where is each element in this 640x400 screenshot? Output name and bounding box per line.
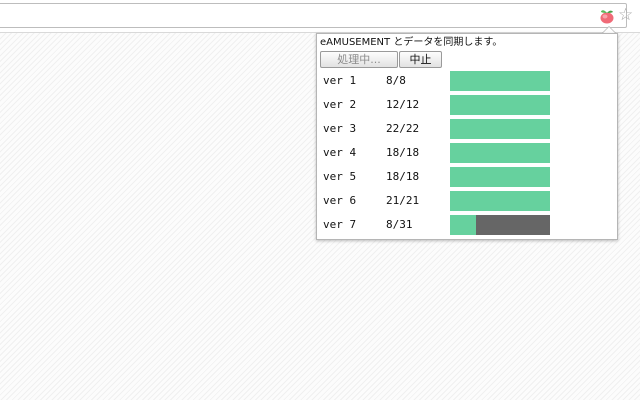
stop-button[interactable]: 中止: [399, 51, 442, 68]
version-label: ver 4: [323, 146, 357, 159]
progress-bar: [450, 71, 550, 91]
progress-count: 18/18: [386, 170, 420, 183]
processing-button: 処理中...: [320, 51, 398, 68]
progress-bar: [450, 95, 550, 115]
progress-bar: [450, 143, 550, 163]
progress-fill: [450, 95, 550, 115]
progress-fill: [450, 215, 476, 235]
progress-count: 8/31: [386, 218, 413, 231]
extension-popup: eAMUSEMENT とデータを同期します。 処理中... 中止 ver 1 8…: [316, 33, 618, 240]
peach-extension-icon[interactable]: [598, 7, 616, 25]
progress-fill: [450, 191, 550, 211]
version-label: ver 3: [323, 122, 357, 135]
progress-count: 8/8: [386, 74, 406, 87]
version-label: ver 5: [323, 170, 357, 183]
progress-fill: [450, 71, 550, 91]
version-label: ver 6: [323, 194, 357, 207]
version-label: ver 1: [323, 74, 357, 87]
version-row: ver 4 18/18: [317, 143, 617, 163]
version-row: ver 1 8/8: [317, 71, 617, 91]
address-bar[interactable]: [0, 3, 627, 28]
progress-bar: [450, 191, 550, 211]
progress-count: 12/12: [386, 98, 420, 111]
progress-fill: [450, 143, 550, 163]
progress-bar: [450, 215, 550, 235]
version-row: ver 7 8/31: [317, 215, 617, 235]
progress-fill: [450, 167, 550, 187]
version-label: ver 7: [323, 218, 357, 231]
popup-title: eAMUSEMENT とデータを同期します。: [320, 37, 503, 48]
progress-count: 22/22: [386, 122, 420, 135]
progress-count: 18/18: [386, 146, 420, 159]
progress-fill: [450, 119, 550, 139]
version-row: ver 3 22/22: [317, 119, 617, 139]
version-row: ver 6 21/21: [317, 191, 617, 211]
progress-bar: [450, 119, 550, 139]
progress-count: 21/21: [386, 194, 420, 207]
version-label: ver 2: [323, 98, 357, 111]
version-row: ver 2 12/12: [317, 95, 617, 115]
version-row: ver 5 18/18: [317, 167, 617, 187]
progress-bar: [450, 167, 550, 187]
bookmark-star-icon[interactable]: ☆: [618, 6, 633, 24]
browser-toolbar: ☆: [0, 0, 640, 33]
